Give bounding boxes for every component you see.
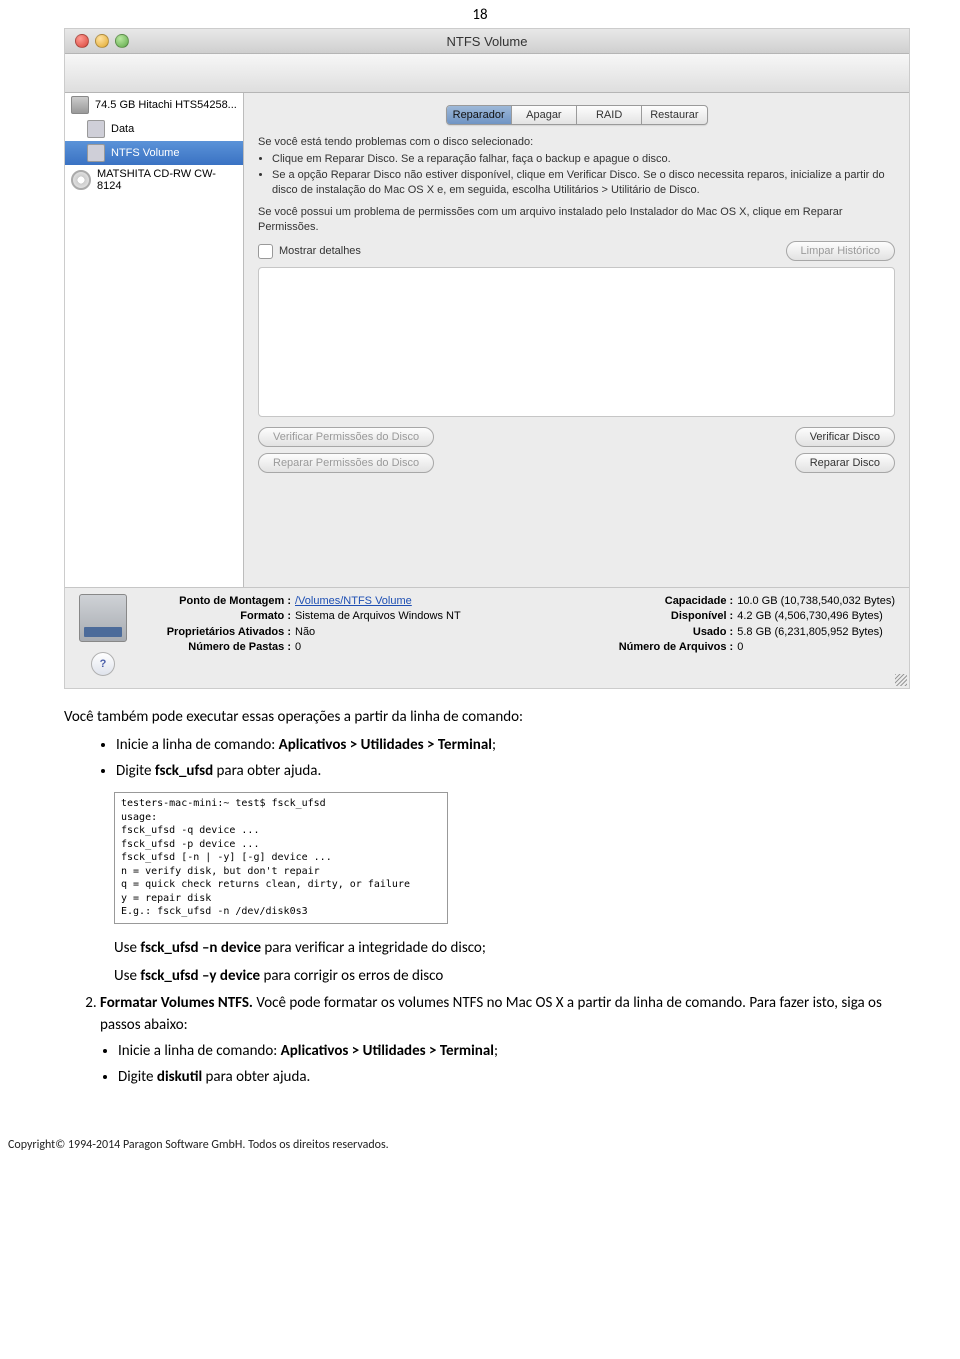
hdd-icon	[71, 96, 89, 114]
copyright: Copyright© 1994-2014 Paragon Software Gm…	[0, 1098, 960, 1158]
page-number: 18	[0, 0, 960, 28]
sidebar-item-label: MATSHITA CD-RW CW-8124	[97, 168, 237, 192]
doc-paragraph: Use fsck_ufsd –y device para corrigir os…	[114, 966, 896, 988]
volume-icon	[87, 144, 105, 162]
toolbar	[65, 54, 909, 93]
used-value: 5.8 GB (6,231,805,952 Bytes)	[737, 625, 883, 640]
list-item: Inicie a linha de comando: Aplicativos >…	[116, 735, 896, 757]
tab-bar: Reparador Apagar RAID Restaurar	[446, 105, 708, 125]
cd-icon	[71, 170, 91, 190]
list-item: Inicie a linha de comando: Aplicativos >…	[118, 1041, 896, 1063]
tab-restaurar[interactable]: Restaurar	[642, 106, 706, 124]
available-value: 4.2 GB (4,506,730,496 Bytes)	[737, 609, 883, 624]
disk-utility-window: NTFS Volume 74.5 GB Hitachi HTS54258... …	[64, 28, 910, 689]
tab-raid[interactable]: RAID	[577, 106, 642, 124]
format-value: Sistema de Arquivos Windows NT	[295, 609, 461, 624]
verify-permissions-button: Verificar Permissões do Disco	[258, 427, 434, 447]
log-area	[258, 267, 895, 417]
sidebar-item-label: NTFS Volume	[111, 147, 179, 159]
list-item: Digite fsck_ufsd para obter ajuda.	[116, 761, 896, 783]
files-value: 0	[737, 640, 743, 655]
sidebar-item-label: 74.5 GB Hitachi HTS54258...	[95, 99, 237, 111]
capacity-value: 10.0 GB (10,738,540,032 Bytes)	[737, 594, 895, 609]
folders-value: 0	[295, 640, 301, 655]
sidebar-item-volume[interactable]: Data	[65, 117, 243, 141]
owners-value: Não	[295, 625, 315, 640]
clear-history-button: Limpar Histórico	[786, 241, 895, 261]
volume-info: ? Ponto de Montagem :/Volumes/NTFS Volum…	[65, 587, 909, 688]
disk-icon	[79, 594, 127, 642]
resize-handle[interactable]	[895, 674, 907, 686]
mount-point-link[interactable]: /Volumes/NTFS Volume	[295, 594, 412, 609]
terminal-screenshot: testers-mac-mini:~ test$ fsck_ufsd usage…	[114, 792, 448, 924]
tab-reparador[interactable]: Reparador	[447, 106, 512, 124]
sidebar: 74.5 GB Hitachi HTS54258... Data NTFS Vo…	[65, 93, 244, 587]
sidebar-item-volume-selected[interactable]: NTFS Volume	[65, 141, 243, 165]
repair-permissions-button: Reparar Permissões do Disco	[258, 453, 434, 473]
list-item: Digite diskutil para obter ajuda.	[118, 1067, 896, 1089]
window-title: NTFS Volume	[65, 34, 909, 49]
sidebar-item-disk[interactable]: 74.5 GB Hitachi HTS54258...	[65, 93, 243, 117]
tab-apagar[interactable]: Apagar	[512, 106, 577, 124]
show-details-label: Mostrar detalhes	[279, 245, 361, 257]
sidebar-item-label: Data	[111, 123, 134, 135]
volume-icon	[87, 120, 105, 138]
sidebar-item-optical[interactable]: MATSHITA CD-RW CW-8124	[65, 165, 243, 195]
help-button[interactable]: ?	[91, 652, 115, 676]
instructions: Se você está tendo problemas com o disco…	[258, 135, 895, 235]
doc-paragraph: Use fsck_ufsd –n device para verificar a…	[114, 938, 896, 960]
repair-disk-button[interactable]: Reparar Disco	[795, 453, 895, 473]
verify-disk-button[interactable]: Verificar Disco	[795, 427, 895, 447]
titlebar: NTFS Volume	[65, 29, 909, 54]
list-item: Formatar Volumes NTFS. Você pode formata…	[100, 993, 896, 1088]
doc-paragraph: Você também pode executar essas operaçõe…	[64, 707, 896, 729]
show-details-checkbox[interactable]	[258, 244, 273, 259]
